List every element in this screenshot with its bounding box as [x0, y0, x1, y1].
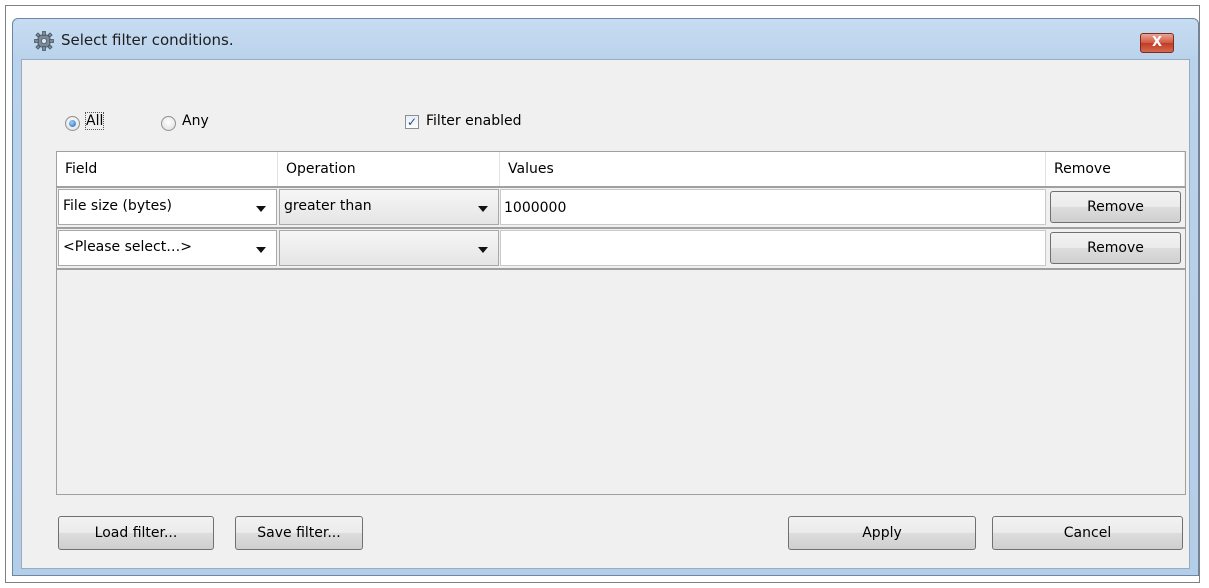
all-radio[interactable] [65, 116, 80, 131]
load-filter-button[interactable]: Load filter... [58, 516, 214, 550]
grid-line [57, 186, 1185, 188]
field-value: <Please select…> [63, 239, 192, 255]
filter-dialog: Select filter conditions. X All Any ✓ Fi… [12, 18, 1199, 576]
operation-select[interactable]: greater than [279, 189, 499, 225]
close-icon: X [1151, 35, 1163, 50]
any-radio[interactable] [161, 116, 176, 131]
value-text: 1000000 [504, 200, 567, 216]
gear-icon [34, 31, 54, 51]
title-bar[interactable]: Select filter conditions. X [13, 19, 1198, 59]
save-filter-button[interactable]: Save filter... [235, 516, 363, 550]
operation-select[interactable] [279, 230, 499, 266]
column-header-field[interactable]: Field [57, 152, 278, 186]
field-value: File size (bytes) [63, 198, 172, 214]
remove-button[interactable]: Remove [1050, 232, 1181, 264]
field-select[interactable]: <Please select…> [58, 230, 277, 266]
apply-button[interactable]: Apply [788, 516, 976, 550]
all-label[interactable]: All [84, 112, 105, 130]
chevron-down-icon [478, 206, 488, 212]
chevron-down-icon [256, 247, 266, 253]
any-label[interactable]: Any [182, 113, 209, 129]
chevron-down-icon [256, 206, 266, 212]
dialog-title: Select filter conditions. [61, 31, 234, 49]
value-input[interactable] [500, 230, 1046, 266]
field-select[interactable]: File size (bytes) [58, 189, 277, 225]
chevron-down-icon [478, 247, 488, 253]
column-header-remove[interactable]: Remove [1046, 152, 1185, 186]
column-header-values[interactable]: Values [500, 152, 1046, 186]
remove-button[interactable]: Remove [1050, 191, 1181, 223]
close-button[interactable]: X [1140, 33, 1174, 53]
column-header-operation[interactable]: Operation [278, 152, 500, 186]
cancel-button[interactable]: Cancel [992, 516, 1183, 550]
operation-value: greater than [284, 198, 372, 214]
conditions-table: Field Operation Values Remove File size … [56, 151, 1186, 495]
value-input[interactable]: 1000000 [500, 189, 1046, 225]
grid-line [57, 268, 1185, 270]
dialog-body: All Any ✓ Filter enabled Field Operation… [21, 59, 1190, 569]
filter-enabled-label[interactable]: Filter enabled [426, 113, 521, 129]
grid-line [57, 227, 1185, 229]
filter-enabled-checkbox[interactable]: ✓ [405, 115, 419, 129]
